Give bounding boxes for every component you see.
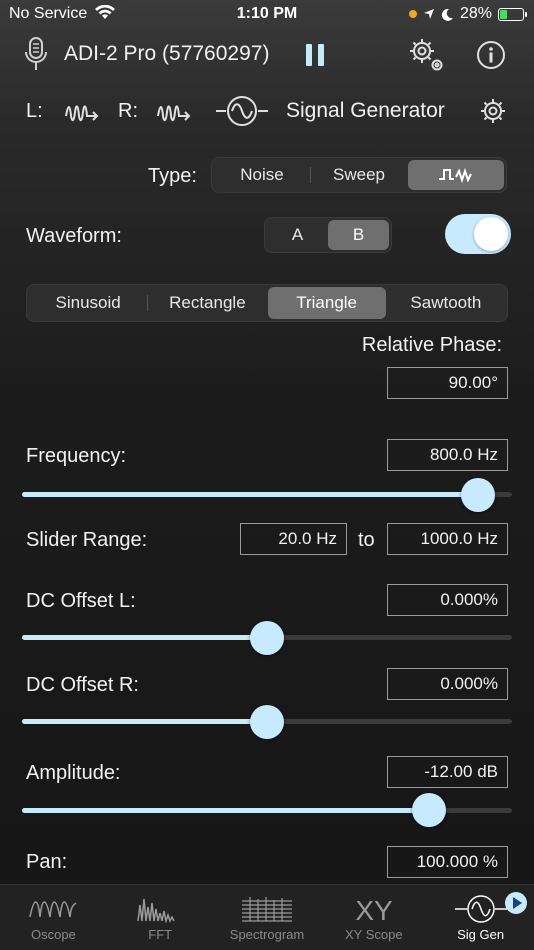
type-sweep-option[interactable]: Sweep: [311, 160, 407, 190]
microphone-icon[interactable]: [24, 36, 48, 72]
slider-range-label: Slider Range:: [26, 529, 148, 551]
pause-icon: [306, 44, 312, 66]
left-channel-label: L:: [26, 100, 43, 122]
tab-sig-gen-label: Sig Gen: [457, 927, 505, 942]
shape-triangle-option[interactable]: Triangle: [267, 287, 386, 319]
frequency-slider-fill: [22, 492, 478, 497]
square-wave-icon: [439, 167, 472, 183]
settings-gear-icon[interactable]: [406, 35, 446, 73]
spectrogram-icon: [241, 897, 292, 922]
oscilloscope-icon: [29, 901, 77, 918]
device-title[interactable]: ADI-2 Pro (57760297): [64, 42, 269, 66]
amplitude-label: Amplitude:: [26, 762, 121, 784]
dc-offset-r-slider-fill: [22, 719, 267, 724]
status-right: 28%: [408, 5, 527, 23]
relative-phase-label: Relative Phase:: [361, 334, 502, 356]
info-icon[interactable]: [476, 40, 506, 70]
slider-range-to-label: to: [358, 529, 375, 551]
fft-spectrum-icon: [137, 898, 175, 923]
slider-range-from-field[interactable]: 20.0 Hz: [240, 523, 347, 555]
dc-offset-l-label: DC Offset L:: [26, 590, 136, 612]
amplitude-field[interactable]: -12.00 dB: [387, 756, 508, 788]
waveform-ab-control: A B: [264, 217, 392, 253]
amplitude-slider-knob[interactable]: [411, 793, 446, 827]
status-bar: No Service 1:10 PM 28%: [0, 0, 534, 28]
dc-offset-l-field[interactable]: 0.000%: [387, 584, 508, 616]
dc-offset-l-slider-fill: [22, 635, 267, 640]
toggle-thumb: [474, 217, 508, 251]
type-pattern-option[interactable]: [408, 160, 504, 190]
relative-phase-field[interactable]: 90.00°: [387, 367, 508, 399]
dc-offset-r-field[interactable]: 0.000%: [387, 668, 508, 700]
right-channel-label: R:: [118, 100, 138, 122]
location-arrow-icon: [423, 9, 434, 19]
tab-oscope[interactable]: Oscope: [0, 885, 107, 950]
tab-oscope-label: Oscope: [30, 927, 76, 942]
waveform-b-option[interactable]: B: [328, 220, 389, 250]
signal-generator-tab-icon: [454, 895, 507, 923]
moon-icon: [441, 8, 453, 21]
generator-settings-gear-icon[interactable]: [478, 96, 508, 126]
type-label: Type:: [148, 165, 197, 187]
pan-label: Pan:: [26, 851, 68, 873]
battery-icon: [498, 7, 527, 21]
waveform-label: Waveform:: [26, 225, 122, 247]
play-icon[interactable]: [504, 891, 528, 915]
shape-rectangle-option[interactable]: Rectangle: [148, 287, 266, 319]
signal-generator-title: Signal Generator: [286, 99, 445, 122]
amplitude-slider-fill: [22, 808, 429, 813]
waveform-a-option[interactable]: A: [267, 220, 328, 250]
shape-sawtooth-option[interactable]: Sawtooth: [387, 287, 505, 319]
dc-offset-l-slider-knob[interactable]: [250, 621, 284, 655]
tab-xy-scope-label: XY Scope: [344, 927, 403, 942]
tab-spectrogram-label: Spectrogram: [229, 927, 305, 942]
frequency-field[interactable]: 800.0 Hz: [387, 439, 508, 471]
tab-bar: Oscope FFT Spectrogram XY XY Scope Sig G…: [0, 884, 534, 950]
right-waveform-icon[interactable]: [156, 100, 194, 124]
frequency-slider[interactable]: [22, 492, 512, 497]
shape-sinusoid-option[interactable]: Sinusoid: [29, 287, 147, 319]
pan-field[interactable]: 100.000 %: [387, 846, 508, 878]
type-noise-option[interactable]: Noise: [214, 160, 310, 190]
tab-fft-label: FFT: [148, 927, 173, 942]
left-waveform-icon[interactable]: [64, 100, 102, 124]
slider-range-to-field[interactable]: 1000.0 Hz: [387, 523, 508, 555]
tab-spectrogram[interactable]: Spectrogram: [214, 885, 321, 950]
xy-scope-icon: XY: [355, 895, 393, 923]
pause-button[interactable]: [306, 44, 324, 66]
tab-fft[interactable]: FFT: [107, 885, 214, 950]
tab-xy-scope[interactable]: XY XY Scope: [320, 885, 427, 950]
dc-offset-r-slider-knob[interactable]: [250, 705, 284, 739]
svg-text:XY: XY: [355, 895, 393, 923]
frequency-label: Frequency:: [26, 445, 127, 467]
waveform-shape-control: Sinusoid Rectangle Triangle Sawtooth: [26, 284, 508, 322]
recording-dot-icon: [408, 10, 417, 18]
frequency-slider-knob[interactable]: [460, 478, 495, 512]
battery-percent: 28%: [459, 5, 492, 22]
signal-generator-icon: [216, 96, 268, 126]
tab-sig-gen[interactable]: Sig Gen: [427, 885, 534, 950]
dc-offset-r-label: DC Offset R:: [26, 674, 139, 696]
type-segmented-control: Noise Sweep: [211, 157, 507, 193]
waveform-toggle[interactable]: [445, 214, 511, 254]
